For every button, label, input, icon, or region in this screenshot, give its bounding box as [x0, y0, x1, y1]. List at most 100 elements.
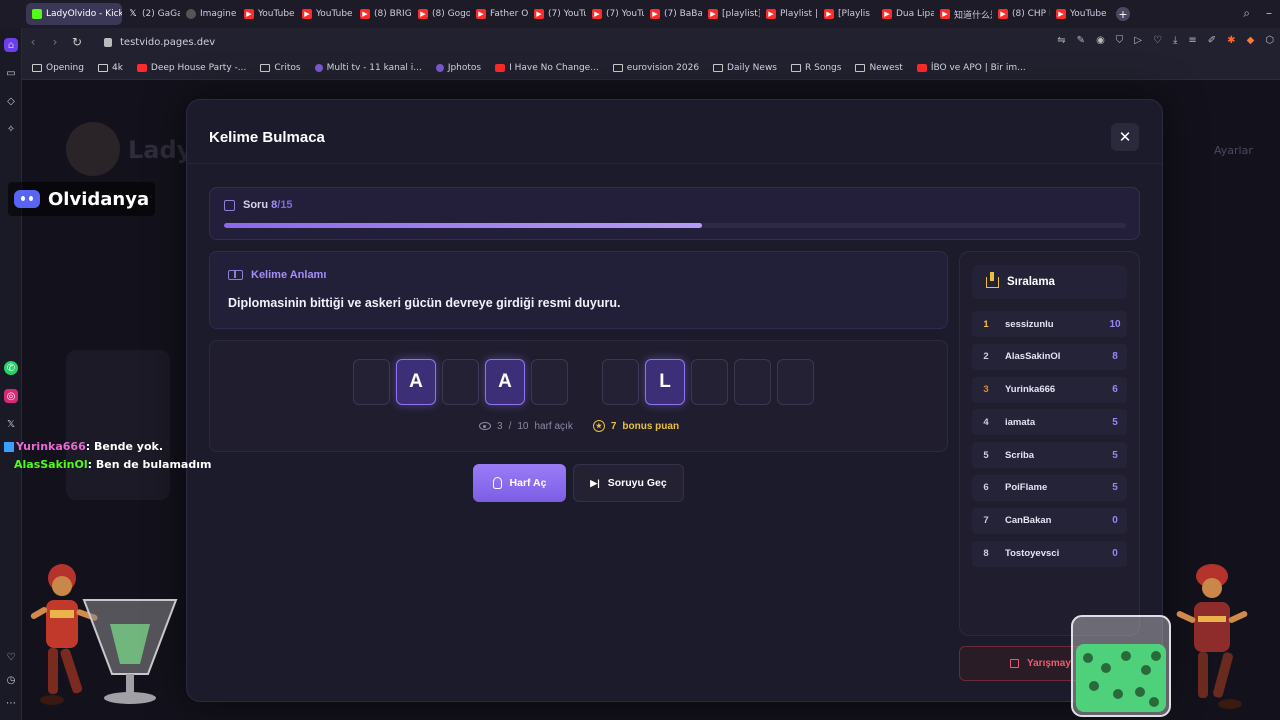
- browser-tab[interactable]: ▶ YouTube: [296, 3, 354, 25]
- letter-tile-revealed: A: [485, 359, 525, 405]
- word-board: A A L 3 / 10 harf açık ★ 7 bonus puan: [209, 340, 948, 452]
- extensions-icon[interactable]: ✧: [4, 122, 18, 136]
- ranking-row: 1 sessizunlu 10: [972, 311, 1127, 337]
- back-button[interactable]: ‹: [22, 35, 44, 49]
- ranking-header: Sıralama: [972, 265, 1127, 299]
- bookmark-item[interactable]: İBO ve APO | Bir im...: [916, 63, 1026, 73]
- browser-tab[interactable]: ▶ [playlist] G: [702, 3, 760, 25]
- window-minimize-icon[interactable]: –: [1266, 6, 1272, 21]
- browser-tab[interactable]: ▶ (7) YouTub: [586, 3, 644, 25]
- bookmark-item[interactable]: Multi tv - 11 kanal i...: [314, 63, 422, 73]
- skip-question-button[interactable]: ▶| Soruyu Geç: [573, 464, 684, 502]
- extension-aria-icon[interactable]: ✱: [1227, 35, 1235, 46]
- bookmark-item[interactable]: Critos: [260, 62, 301, 73]
- reload-button[interactable]: ↻: [66, 35, 88, 49]
- history-icon[interactable]: ◷: [4, 673, 18, 687]
- forward-button[interactable]: ›: [44, 35, 66, 49]
- play-icon[interactable]: ▷: [1134, 35, 1142, 46]
- browser-tab[interactable]: Imagine - (: [180, 3, 238, 25]
- x-icon[interactable]: 𝕏: [4, 417, 18, 431]
- question-label: Soru: [243, 199, 269, 211]
- site-icon: [435, 63, 444, 72]
- bookmark-heart-icon[interactable]: ♡: [1153, 35, 1162, 46]
- browser-tab[interactable]: ▶ YouTube: [1050, 3, 1108, 25]
- bookmark-label: Critos: [274, 62, 301, 73]
- youtube-favicon-icon: ▶: [534, 9, 544, 19]
- home-icon[interactable]: ⌂: [4, 38, 18, 52]
- ranking-score: 0: [1112, 548, 1118, 560]
- extension-ublock-icon[interactable]: ◆: [1247, 35, 1255, 46]
- browser-tab[interactable]: ▶ Playlist | Ş: [760, 3, 818, 25]
- modal-title: Kelime Bulmaca: [209, 129, 325, 146]
- folder-icon: [32, 63, 42, 72]
- pencil-icon[interactable]: ✐: [1208, 35, 1216, 46]
- heart-icon[interactable]: ♡: [4, 650, 18, 664]
- bookmark-item[interactable]: Jphotos: [435, 63, 481, 73]
- more-icon[interactable]: ⋯: [4, 696, 18, 710]
- close-button[interactable]: ✕: [1111, 123, 1139, 151]
- word-meaning-card: Kelime Anlamı Diplomasinin bittiği ve as…: [209, 251, 948, 329]
- reveal-letter-button[interactable]: Harf Aç: [473, 464, 566, 502]
- browser-tab-label: (2) GaGa H: [142, 9, 180, 19]
- instagram-icon[interactable]: ◎: [4, 389, 18, 403]
- whatsapp-icon[interactable]: ✆: [4, 361, 18, 375]
- menu-icon[interactable]: ≡: [1188, 35, 1196, 46]
- new-tab-button[interactable]: +: [1116, 7, 1130, 21]
- progress-fill: [224, 223, 703, 228]
- extension-cube-icon[interactable]: ⬡: [1265, 35, 1274, 46]
- browser-tab-label: (7) YouTub: [548, 9, 586, 19]
- shield-icon[interactable]: ⛉: [1116, 35, 1124, 46]
- bookmark-item[interactable]: R Songs: [791, 63, 841, 73]
- camera-icon[interactable]: ◉: [1096, 35, 1105, 46]
- ranking-row: 4 iamata 5: [972, 409, 1127, 436]
- browser-tab[interactable]: ▶ Dua Lipa -: [876, 3, 934, 25]
- ranking-player-name: Scriba: [1005, 449, 1035, 461]
- browser-tab[interactable]: ▶ Father Of: [470, 3, 528, 25]
- ranking-score: 5: [1112, 416, 1118, 428]
- ranking-position: 2: [983, 351, 989, 363]
- stop-icon: [1010, 659, 1019, 668]
- bookmark-item[interactable]: Daily News: [713, 63, 777, 73]
- settings-link[interactable]: Ayarlar: [1214, 144, 1253, 157]
- youtube-favicon-icon: ▶: [418, 9, 428, 19]
- download-icon[interactable]: ⤓: [1173, 35, 1177, 46]
- browser-tab[interactable]: ▶ [Playlis: [818, 3, 876, 25]
- ranking-score: 5: [1112, 449, 1118, 461]
- bookmark-item[interactable]: Deep House Party -...: [136, 63, 246, 73]
- question-total: 15: [280, 199, 293, 211]
- chat-username: AlasSakinOl: [14, 458, 88, 471]
- youtube-favicon-icon: ▶: [708, 9, 718, 19]
- ranking-player-name: iamata: [1005, 416, 1036, 428]
- browser-tab[interactable]: ▶ (7) YouTub: [528, 3, 586, 25]
- workspace-icon[interactable]: ▭: [4, 66, 18, 80]
- channel-avatar: [66, 122, 120, 176]
- browser-tab-label: Imagine - (: [200, 9, 238, 19]
- kick-badge-icon: [4, 442, 14, 452]
- browser-tab[interactable]: ▶ (8) CHP Bü: [992, 3, 1050, 25]
- shadow-puppet-right: [1176, 564, 1248, 709]
- browser-tab[interactable]: LadyOlvido - Kick L: [26, 3, 122, 25]
- browser-tab[interactable]: ▶ (8) Gogol: [412, 3, 470, 25]
- browser-tab[interactable]: ▶ (8) BRIGIT: [354, 3, 412, 25]
- bookmark-item[interactable]: 4k: [97, 63, 123, 73]
- discord-icon: [14, 190, 40, 208]
- site-icon: [314, 63, 323, 72]
- ranking-player-name: Yurinka666: [1005, 384, 1056, 396]
- browser-tab[interactable]: ▶ 知道什么是: [934, 3, 992, 25]
- edit-icon[interactable]: ✎: [1077, 35, 1085, 46]
- browser-tab-label: (8) CHP Bü: [1012, 9, 1050, 19]
- bookmark-item[interactable]: Opening: [32, 63, 84, 73]
- ranking-score: 6: [1112, 384, 1118, 396]
- pin-icon[interactable]: ◇: [4, 94, 18, 108]
- browser-tab[interactable]: 𝕏 (2) GaGa H: [122, 3, 180, 25]
- browser-tab[interactable]: ▶ YouTube: [238, 3, 296, 25]
- letter-tiles: AAL: [353, 359, 820, 405]
- browser-tab[interactable]: ▶ (7) BaBaLa: [644, 3, 702, 25]
- search-tabs-icon[interactable]: ⌕: [1243, 6, 1250, 21]
- translate-icon[interactable]: ⇋: [1057, 35, 1065, 46]
- bookmark-item[interactable]: I Have No Change...: [495, 63, 599, 73]
- url-field[interactable]: testvido.pages.dev: [104, 37, 215, 48]
- bookmark-item[interactable]: eurovision 2026: [612, 63, 699, 73]
- bookmark-item[interactable]: Newest: [855, 63, 903, 73]
- letter-tile-revealed: L: [645, 359, 685, 405]
